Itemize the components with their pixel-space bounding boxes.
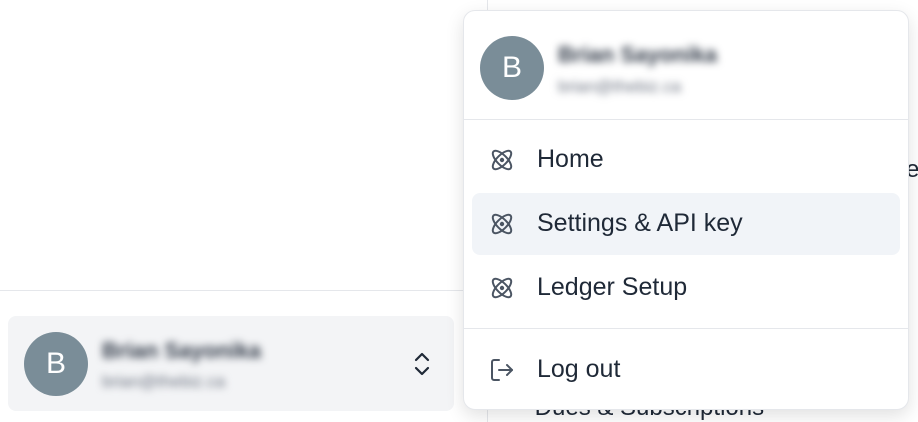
avatar: B xyxy=(480,36,544,100)
atom-icon xyxy=(491,213,513,235)
menu-item-settings-api-key[interactable]: Settings & API key xyxy=(472,193,900,255)
menu-divider xyxy=(464,119,908,120)
account-name: Brian Sayonika xyxy=(102,338,261,363)
sidebar: B Brian Sayonika brian@thebiz.ca xyxy=(0,0,488,422)
menu-item-label: Ledger Setup xyxy=(537,273,688,301)
logout-icon xyxy=(491,359,513,381)
logout-button[interactable]: Log out xyxy=(472,339,900,401)
chevron-up-down-icon[interactable] xyxy=(412,350,432,378)
sidebar-divider xyxy=(0,290,487,291)
profile-name: Brian Sayonika xyxy=(558,42,717,67)
account-dropdown-menu: B Brian Sayonika brian@thebiz.ca Home Se… xyxy=(463,10,909,410)
menu-item-label: Home xyxy=(537,145,604,173)
account-switcher[interactable]: B Brian Sayonika brian@thebiz.ca xyxy=(8,316,454,411)
avatar: B xyxy=(24,332,88,396)
menu-item-home[interactable]: Home xyxy=(472,129,900,191)
atom-icon xyxy=(491,149,513,171)
account-email: brian@thebiz.ca xyxy=(102,372,226,391)
avatar-initial: B xyxy=(501,51,522,84)
menu-item-ledger-setup[interactable]: Ledger Setup xyxy=(472,257,900,319)
menu-divider xyxy=(464,328,908,329)
avatar-initial: B xyxy=(45,347,66,380)
menu-item-label: Settings & API key xyxy=(537,209,743,237)
atom-icon xyxy=(491,277,513,299)
logout-label: Log out xyxy=(537,355,621,383)
profile-email: brian@thebiz.ca xyxy=(558,77,682,96)
